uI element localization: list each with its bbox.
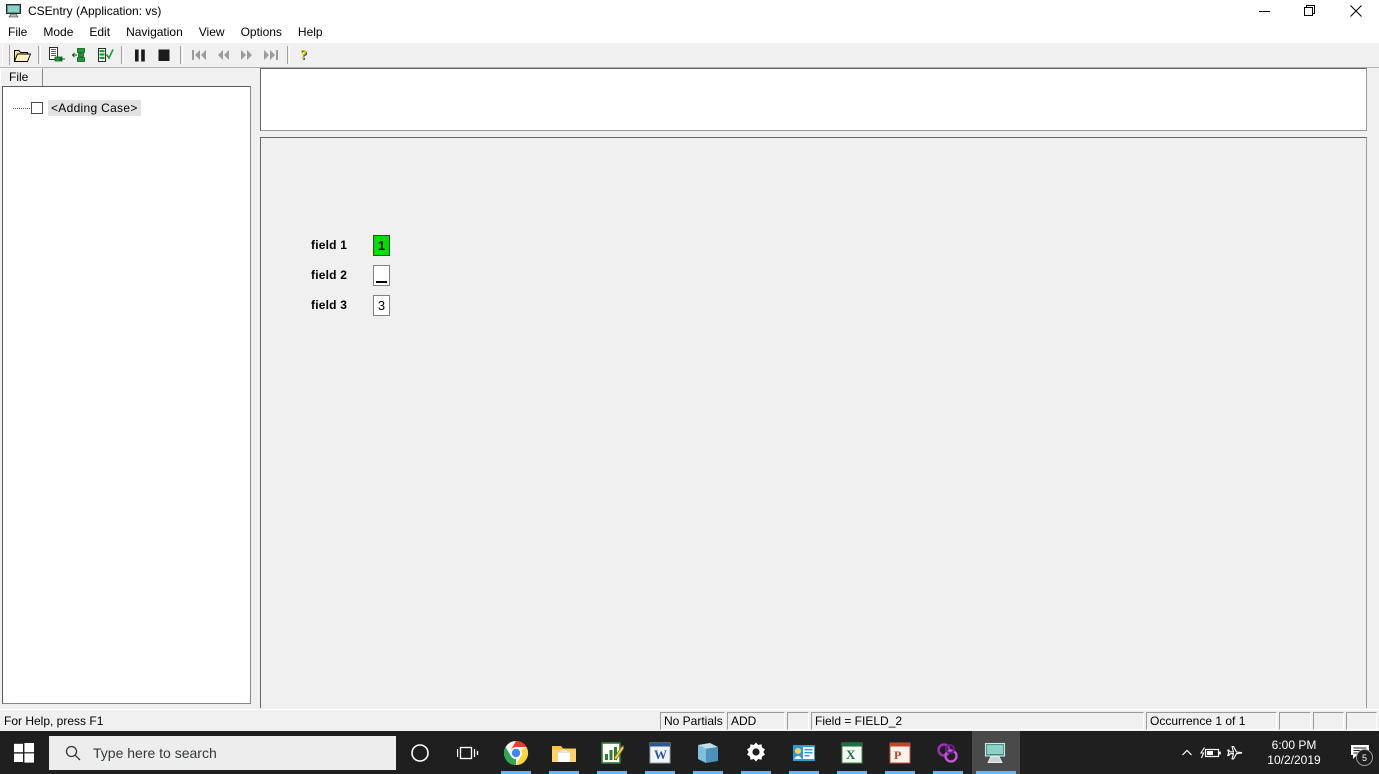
menu-item-options[interactable]: Options bbox=[233, 23, 290, 42]
start-button[interactable] bbox=[0, 731, 48, 774]
notification-badge: 5 bbox=[1356, 749, 1373, 766]
status-help-text: For Help, press F1 bbox=[4, 714, 104, 728]
toolbar-grip[interactable] bbox=[2, 45, 10, 65]
tree-node-checkbox[interactable] bbox=[31, 102, 43, 114]
toolbar-separator bbox=[121, 46, 124, 64]
status-cell-partials: No Partials bbox=[660, 712, 725, 730]
help-icon[interactable]: ? ? bbox=[294, 44, 318, 66]
workspace: File <Adding Case> field 1 1 field 2 fie… bbox=[0, 68, 1379, 709]
notification-icon[interactable]: 5 bbox=[1341, 731, 1379, 774]
field-3-input[interactable]: 3 bbox=[373, 294, 390, 316]
field-1-label: field 1 bbox=[311, 238, 348, 252]
csdesign-icon[interactable] bbox=[588, 731, 636, 774]
status-cell-blank-4 bbox=[1346, 712, 1377, 730]
case-tree-pane: File <Adding Case> bbox=[0, 68, 255, 709]
taskbar-app-icons: W X P bbox=[396, 731, 1020, 774]
add-case-icon[interactable] bbox=[45, 44, 69, 66]
windows-taskbar: Type here to search W X P 6:00 PM 10/2/2… bbox=[0, 731, 1379, 774]
toolbar: ? ? bbox=[0, 43, 1379, 68]
field-1-input[interactable]: 1 bbox=[373, 234, 390, 256]
restore-button[interactable] bbox=[1287, 0, 1333, 22]
window-title: CSEntry (Application: vs) bbox=[28, 4, 162, 18]
form-field-row-3: field 3 3 bbox=[311, 294, 390, 316]
outlook-icon[interactable] bbox=[780, 731, 828, 774]
status-cell-mode: ADD bbox=[727, 712, 785, 730]
verify-case-icon[interactable] bbox=[93, 44, 117, 66]
menu-item-view[interactable]: View bbox=[191, 23, 233, 42]
chevron-up-icon[interactable] bbox=[1175, 731, 1199, 774]
svg-text:?: ? bbox=[300, 48, 307, 63]
pause-icon[interactable] bbox=[128, 44, 152, 66]
tree-node-label: <Adding Case> bbox=[48, 100, 141, 116]
stop-icon[interactable] bbox=[152, 44, 176, 66]
next-record-icon[interactable] bbox=[235, 44, 259, 66]
field-2-label: field 2 bbox=[311, 268, 348, 282]
tree-connector-line bbox=[13, 107, 30, 110]
system-tray: 6:00 PM 10/2/2019 5 bbox=[1175, 731, 1379, 774]
csconcat-icon[interactable] bbox=[924, 731, 972, 774]
word-icon[interactable]: W bbox=[636, 731, 684, 774]
svg-text:X: X bbox=[846, 747, 856, 762]
first-record-icon[interactable] bbox=[187, 44, 211, 66]
clock-date: 10/2/2019 bbox=[1267, 752, 1321, 767]
menu-item-help[interactable]: Help bbox=[290, 23, 331, 42]
window-controls bbox=[1241, 0, 1379, 22]
chrome-icon[interactable] bbox=[492, 731, 540, 774]
menu-bar: File Mode Edit Navigation View Options H… bbox=[0, 22, 1379, 44]
svg-text:W: W bbox=[654, 747, 667, 762]
airplane-mode-icon[interactable] bbox=[1223, 731, 1247, 774]
taskbar-search-box[interactable]: Type here to search bbox=[49, 735, 396, 770]
excel-icon[interactable]: X bbox=[828, 731, 876, 774]
title-bar: CSEntry (Application: vs) bbox=[0, 0, 1379, 22]
tree-node-adding-case[interactable]: <Adding Case> bbox=[3, 99, 250, 117]
open-file-icon[interactable] bbox=[10, 44, 34, 66]
task-view-icon[interactable] bbox=[444, 731, 492, 774]
cspro-icon[interactable] bbox=[684, 731, 732, 774]
search-icon bbox=[65, 745, 81, 761]
data-entry-pane: field 1 1 field 2 field 3 3 bbox=[258, 68, 1379, 709]
field-2-input[interactable] bbox=[373, 264, 390, 286]
status-cell-blank-3 bbox=[1313, 712, 1344, 730]
case-tree[interactable]: <Adding Case> bbox=[2, 86, 251, 704]
minimize-button[interactable] bbox=[1241, 0, 1287, 22]
csentry-application-window: CSEntry (Application: vs) File Mode Edit… bbox=[0, 0, 1379, 774]
status-bar: For Help, press F1 No Partials ADD Field… bbox=[0, 709, 1379, 732]
status-cell-field: Field = FIELD_2 bbox=[811, 712, 1144, 730]
menu-item-edit[interactable]: Edit bbox=[81, 23, 118, 42]
toolbar-separator bbox=[180, 46, 183, 64]
powerpoint-icon[interactable]: P bbox=[876, 731, 924, 774]
last-record-icon[interactable] bbox=[259, 44, 283, 66]
settings-gear-icon[interactable] bbox=[732, 731, 780, 774]
menu-item-navigation[interactable]: Navigation bbox=[118, 23, 191, 42]
tree-tab-strip: File bbox=[0, 68, 255, 86]
status-cell-occurrence: Occurrence 1 of 1 bbox=[1146, 712, 1277, 730]
previous-record-icon[interactable] bbox=[211, 44, 235, 66]
notes-panel[interactable] bbox=[260, 68, 1367, 131]
cortana-icon[interactable] bbox=[396, 731, 444, 774]
clock-time: 6:00 PM bbox=[1271, 737, 1317, 752]
menu-item-mode[interactable]: Mode bbox=[35, 23, 81, 42]
status-cell-blank-1 bbox=[787, 712, 809, 730]
close-button[interactable] bbox=[1333, 0, 1379, 22]
csentry-icon[interactable] bbox=[972, 731, 1020, 774]
svg-text:P: P bbox=[894, 748, 901, 762]
monitor-icon bbox=[4, 0, 24, 22]
form-panel: field 1 1 field 2 field 3 3 bbox=[260, 137, 1367, 708]
field-3-label: field 3 bbox=[311, 298, 348, 312]
toolbar-separator bbox=[38, 46, 41, 64]
form-field-row-1: field 1 1 bbox=[311, 234, 390, 256]
battery-charging-icon[interactable] bbox=[1199, 731, 1223, 774]
taskbar-search-placeholder: Type here to search bbox=[93, 744, 217, 761]
tab-file[interactable]: File bbox=[0, 68, 44, 86]
file-explorer-icon[interactable] bbox=[540, 731, 588, 774]
status-cell-blank-2 bbox=[1279, 712, 1311, 730]
insert-case-icon[interactable] bbox=[69, 44, 93, 66]
taskbar-clock[interactable]: 6:00 PM 10/2/2019 bbox=[1247, 738, 1341, 768]
toolbar-separator bbox=[287, 46, 290, 64]
form-field-row-2: field 2 bbox=[311, 264, 390, 286]
menu-item-file[interactable]: File bbox=[0, 23, 35, 42]
